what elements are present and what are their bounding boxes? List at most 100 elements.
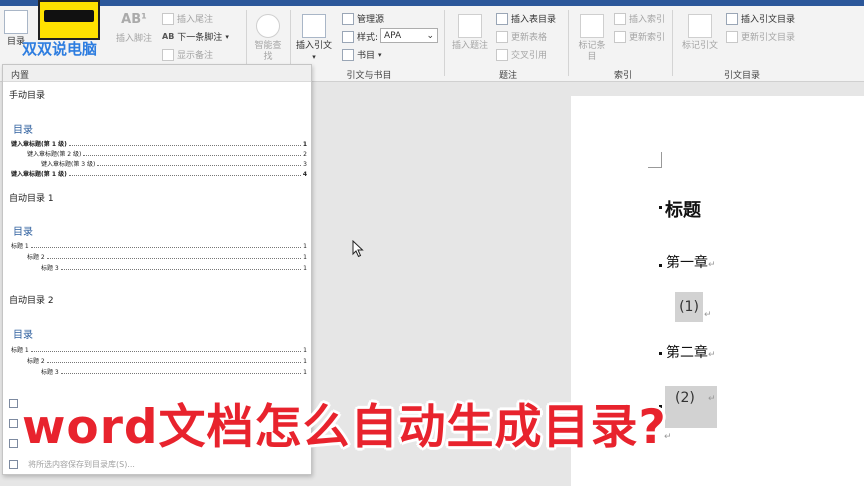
chapter-bullet <box>659 352 662 355</box>
show-notes-button[interactable]: 显示备注 <box>162 48 213 61</box>
chapter-1-text: 第一章 <box>666 255 708 271</box>
toc-auto1-title: 目录 <box>13 227 33 238</box>
smart-lookup-button[interactable]: 智能查找 <box>254 14 282 63</box>
toc-line: 键入章标题(第 3 级) 3 <box>41 161 307 168</box>
show-notes-icon <box>162 48 174 61</box>
citation-icon <box>302 14 326 38</box>
style-dropdown[interactable]: APA ⌄ <box>380 28 438 43</box>
cross-reference-icon <box>496 48 508 61</box>
update-table-of-authorities-button[interactable]: 更新引文目录 <box>726 30 795 43</box>
toc-auto1-name: 自动目录 1 <box>9 194 54 204</box>
insert-citation-button[interactable]: 插入引文 ▾ <box>296 14 332 63</box>
mark-entry-icon <box>580 14 604 38</box>
captions-group-label: 题注 <box>498 71 517 81</box>
update-authorities-icon <box>726 30 738 43</box>
save-gallery-icon <box>9 460 18 469</box>
insert-index-label: 插入索引 <box>629 15 666 25</box>
doc-item-2[interactable]: (2) <box>665 386 717 428</box>
index-group-label: 索引 <box>613 71 632 81</box>
bibliography-label: 书目 <box>357 51 376 61</box>
citations-group-label: 引文与书目 <box>346 71 392 81</box>
heading-bullet <box>659 206 662 209</box>
toc-manual-title: 目录 <box>13 125 33 136</box>
style-selector: 样式: <box>342 30 378 43</box>
chapter-2-text: 第二章 <box>666 345 708 361</box>
remove-toc-icon <box>9 439 18 448</box>
update-authorities-label: 更新引文目录 <box>741 33 796 43</box>
style-label: 样式: <box>357 33 379 43</box>
toc-menu-item[interactable] <box>9 399 18 408</box>
style-value: APA <box>384 30 402 41</box>
mark-citation-button[interactable]: 标记引文 <box>682 14 718 52</box>
chevron-down-icon: ▾ <box>312 53 316 61</box>
caption-icon <box>458 14 482 38</box>
sunglasses-icon <box>44 10 94 22</box>
insert-authorities-label: 插入引文目录 <box>741 15 796 25</box>
chevron-down-icon: ⌄ <box>426 30 434 41</box>
cross-reference-button[interactable]: 交叉引用 <box>496 48 547 61</box>
item-2-text: (2) <box>675 390 695 406</box>
chevron-down-icon: ▾ <box>225 32 229 41</box>
bibliography-button[interactable]: 书目 ▾ <box>342 48 382 61</box>
toc-line: 标题 11 <box>11 347 307 354</box>
paragraph-mark: ↵ <box>708 394 716 404</box>
insert-endnote-button[interactable]: 插入尾注 <box>162 12 213 25</box>
toc-menu-item[interactable] <box>9 439 18 448</box>
toc-line: 键入章标题(第 1 级) 4 <box>11 171 307 178</box>
insert-index-button[interactable]: 插入索引 <box>614 12 665 25</box>
insert-citation-label: 插入引文 <box>296 41 333 51</box>
save-selection-label: 将所选内容保存到目录库(S)... <box>28 460 135 469</box>
insert-caption-button[interactable]: 插入题注 <box>452 14 488 52</box>
save-selection-to-gallery-item[interactable]: 将所选内容保存到目录库(S)... <box>9 459 135 470</box>
manage-sources-button[interactable]: 管理源 <box>342 12 384 25</box>
insert-table-of-authorities-button[interactable]: 插入引文目录 <box>726 12 795 25</box>
update-table-button[interactable]: 更新表格 <box>496 30 547 43</box>
more-toc-icon <box>9 399 18 408</box>
insert-authorities-icon <box>726 12 738 25</box>
update-index-button[interactable]: 更新索引 <box>614 30 665 43</box>
endnote-icon <box>162 12 174 25</box>
manage-sources-label: 管理源 <box>357 15 385 25</box>
mark-entry-button[interactable]: 标记条目 <box>578 14 606 63</box>
toc-line: 标题 31 <box>41 369 307 376</box>
doc-chapter-2[interactable]: 第二章↵ <box>666 342 716 362</box>
separator <box>568 10 569 76</box>
insert-footnote-button[interactable]: AB¹ 插入脚注 <box>116 12 153 45</box>
toc-line: 标题 11 <box>11 243 307 250</box>
insert-footnote-label: 插入脚注 <box>116 34 153 44</box>
toc-menu-item[interactable] <box>9 419 18 428</box>
insert-index-icon <box>614 12 626 25</box>
toc-auto2-title: 目录 <box>13 330 33 341</box>
table-of-figures-icon <box>496 12 508 25</box>
item-1-text: (1) <box>679 299 699 315</box>
margin-crop-mark <box>648 152 662 168</box>
authorities-group-label: 引文目录 <box>723 71 760 81</box>
paragraph-mark: ↵ <box>708 260 716 270</box>
doc-chapter-1[interactable]: 第一章↵ <box>666 252 716 272</box>
update-table-label: 更新表格 <box>511 33 548 43</box>
search-icon <box>256 14 280 38</box>
toc-line: 标题 21 <box>27 358 307 365</box>
style-icon <box>342 30 354 43</box>
footnote-icon: AB¹ <box>121 12 147 27</box>
toc-line: 标题 31 <box>41 265 307 272</box>
toc-manual-name: 手动目录 <box>9 91 46 101</box>
show-notes-label: 显示备注 <box>177 51 214 61</box>
next-footnote-label: 下一条脚注 <box>177 33 223 43</box>
paragraph-mark: ↵ <box>708 350 716 360</box>
update-index-label: 更新索引 <box>629 33 666 43</box>
mark-citation-label: 标记引文 <box>682 41 719 51</box>
insert-table-of-figures-button[interactable]: 插入表目录 <box>496 12 556 25</box>
next-footnote-button[interactable]: AB 下一条脚注 ▾ <box>162 30 229 43</box>
mouse-cursor-icon <box>352 240 364 258</box>
chevron-down-icon: ▾ <box>378 50 382 59</box>
mark-citation-icon <box>688 14 712 38</box>
doc-heading[interactable]: 标题 <box>665 196 701 222</box>
update-index-icon <box>614 30 626 43</box>
doc-item-1[interactable]: (1) <box>675 292 703 322</box>
insert-caption-label: 插入题注 <box>452 41 489 51</box>
bibliography-icon <box>342 48 354 61</box>
custom-toc-icon <box>9 419 18 428</box>
paragraph-mark: ↵ <box>704 310 712 320</box>
manage-sources-icon <box>342 12 354 25</box>
